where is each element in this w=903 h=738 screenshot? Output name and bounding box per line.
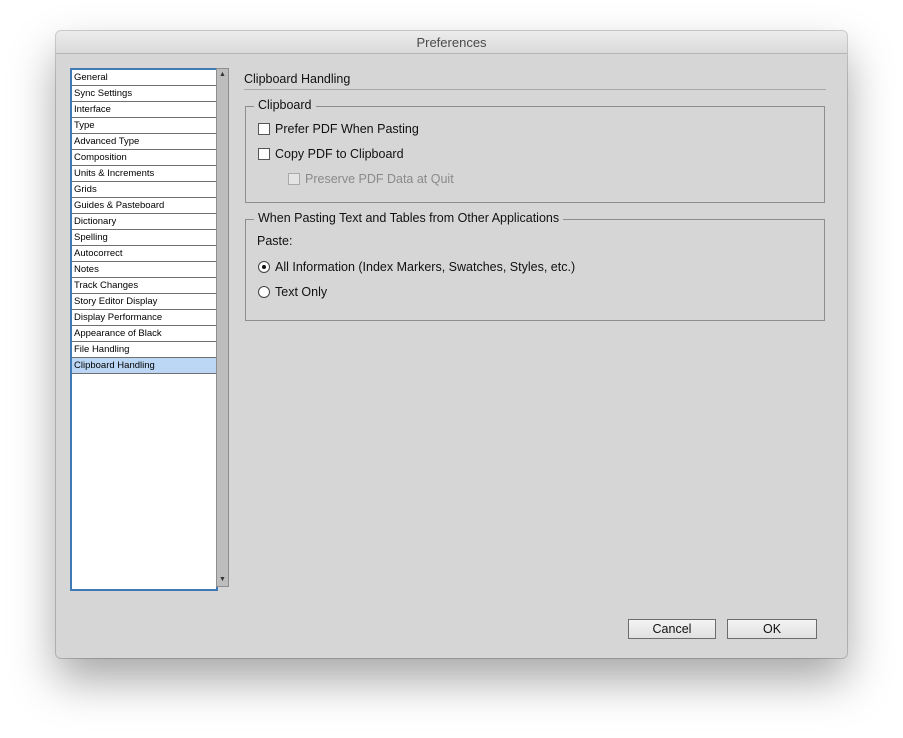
copy-pdf-option[interactable]: Copy PDF to Clipboard xyxy=(258,147,404,161)
cancel-button[interactable]: Cancel xyxy=(628,619,716,639)
prefer-pdf-checkbox[interactable] xyxy=(258,123,270,135)
preserve-pdf-option: Preserve PDF Data at Quit xyxy=(288,172,454,186)
sidebar-item-file-handling[interactable]: File Handling xyxy=(72,342,216,358)
preserve-pdf-checkbox xyxy=(288,173,300,185)
prefer-pdf-label: Prefer PDF When Pasting xyxy=(275,122,419,136)
sidebar-item-track-changes[interactable]: Track Changes xyxy=(72,278,216,294)
pasting-group-legend: When Pasting Text and Tables from Other … xyxy=(254,211,564,225)
pasting-group: When Pasting Text and Tables from Other … xyxy=(245,211,825,321)
paste-label: Paste: xyxy=(257,234,293,248)
sidebar-item-sync-settings[interactable]: Sync Settings xyxy=(72,86,216,102)
sidebar-item-appearance-of-black[interactable]: Appearance of Black xyxy=(72,326,216,342)
sidebar-item-type[interactable]: Type xyxy=(72,118,216,134)
prefer-pdf-option[interactable]: Prefer PDF When Pasting xyxy=(258,122,419,136)
clipboard-group: Clipboard Prefer PDF When Pasting Copy P… xyxy=(245,98,825,203)
sidebar-item-advanced-type[interactable]: Advanced Type xyxy=(72,134,216,150)
sidebar-item-autocorrect[interactable]: Autocorrect xyxy=(72,246,216,262)
preferences-dialog: Preferences General Sync Settings Interf… xyxy=(56,31,847,658)
copy-pdf-checkbox[interactable] xyxy=(258,148,270,160)
all-information-option[interactable]: All Information (Index Markers, Swatches… xyxy=(258,260,575,274)
scroll-up-arrow-icon[interactable]: ▲ xyxy=(217,69,228,81)
sidebar-item-story-editor-display[interactable]: Story Editor Display xyxy=(72,294,216,310)
sidebar-item-composition[interactable]: Composition xyxy=(72,150,216,166)
sidebar-item-display-performance[interactable]: Display Performance xyxy=(72,310,216,326)
sidebar-item-grids[interactable]: Grids xyxy=(72,182,216,198)
sidebar-item-spelling[interactable]: Spelling xyxy=(72,230,216,246)
window-title: Preferences xyxy=(56,31,847,54)
sidebar-item-interface[interactable]: Interface xyxy=(72,102,216,118)
all-information-label: All Information (Index Markers, Swatches… xyxy=(275,260,576,274)
sidebar-item-notes[interactable]: Notes xyxy=(72,262,216,278)
text-only-option[interactable]: Text Only xyxy=(258,285,327,299)
copy-pdf-label: Copy PDF to Clipboard xyxy=(275,147,404,161)
all-information-radio[interactable] xyxy=(258,261,270,273)
preserve-pdf-label: Preserve PDF Data at Quit xyxy=(305,172,454,186)
sidebar-item-units-increments[interactable]: Units & Increments xyxy=(72,166,216,182)
sidebar-item-clipboard-handling[interactable]: Clipboard Handling xyxy=(72,358,216,374)
clipboard-group-legend: Clipboard xyxy=(254,98,316,112)
section-divider xyxy=(244,89,826,90)
sidebar-item-dictionary[interactable]: Dictionary xyxy=(72,214,216,230)
text-only-radio[interactable] xyxy=(258,286,270,298)
section-title: Clipboard Handling xyxy=(244,72,351,86)
sidebar-item-guides-pasteboard[interactable]: Guides & Pasteboard xyxy=(72,198,216,214)
category-list-scrollbar[interactable]: ▲ ▼ xyxy=(216,68,229,587)
ok-button[interactable]: OK xyxy=(727,619,817,639)
preferences-category-list[interactable]: General Sync Settings Interface Type Adv… xyxy=(70,68,218,591)
sidebar-item-general[interactable]: General xyxy=(72,70,216,86)
scroll-down-arrow-icon[interactable]: ▼ xyxy=(217,574,228,586)
text-only-label: Text Only xyxy=(275,285,328,299)
